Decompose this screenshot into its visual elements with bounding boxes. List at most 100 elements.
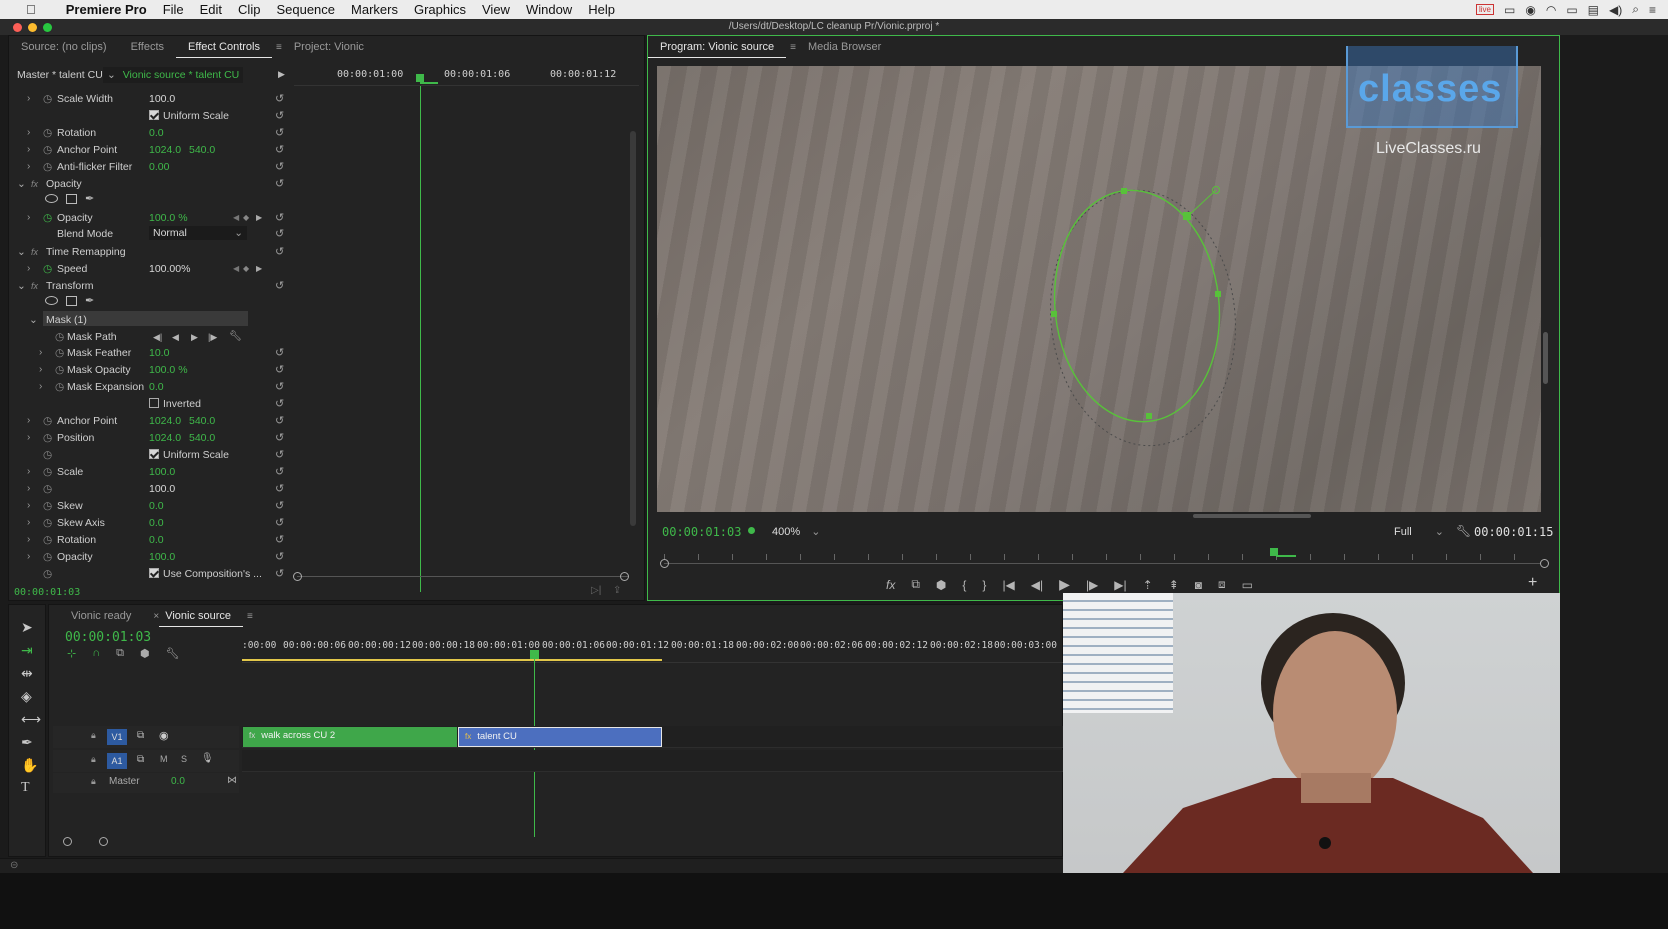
display-icon[interactable]: ▭ [1504,3,1515,17]
chevron-right-icon[interactable]: › [27,430,30,446]
ec-playhead-marker[interactable] [416,74,424,82]
stopwatch-icon[interactable]: ◷ [43,413,52,429]
zoom-handle-right[interactable] [620,572,629,581]
work-area-bar[interactable] [242,659,662,661]
track-select-tool-icon[interactable]: ⇥ [21,642,41,659]
next-keyframe-icon[interactable]: ▶ [256,210,262,226]
reset-icon[interactable]: ↺ [275,532,284,548]
fx-icon[interactable]: fx [31,176,38,192]
chevron-right-icon[interactable]: › [27,142,30,158]
next-keyframe-icon[interactable]: ▶ [256,261,262,277]
reset-icon[interactable]: ↺ [275,345,284,361]
stopwatch-icon[interactable]: ◷ [43,210,52,226]
solo-button[interactable]: S [181,754,187,764]
prop-value-2[interactable]: 540.0 [189,413,215,429]
prop-value[interactable]: 100.0 [149,549,175,565]
chevron-right-icon[interactable]: › [27,159,30,175]
sync-icon[interactable]: ◉ [1525,3,1535,17]
menu-markers[interactable]: Markers [343,2,406,17]
prop-value[interactable]: 1024.0 [149,413,181,429]
reset-icon[interactable]: ↺ [275,566,284,582]
add-button-icon[interactable]: + [1528,574,1537,592]
timeline-zoom-handle-left[interactable] [63,837,72,846]
chevron-right-icon[interactable]: › [27,498,30,514]
chevron-right-icon[interactable]: › [27,481,30,497]
snap-icon[interactable]: ∩ [92,647,100,660]
nest-icon[interactable]: ⊹ [67,647,76,660]
pen-tool-icon[interactable]: ✒ [21,734,41,751]
menu-edit[interactable]: Edit [192,2,230,17]
ellipse-mask-icon[interactable] [45,296,58,305]
chevron-right-icon[interactable]: › [27,549,30,565]
zoom-handle-left[interactable] [293,572,302,581]
lock-icon[interactable]: 🔒︎ [91,730,96,741]
reset-icon[interactable]: ↺ [275,464,284,480]
program-zoom-handle-left[interactable] [660,559,669,568]
ec-horizontal-scrollbar[interactable] [297,576,629,582]
wrench-icon[interactable]: 🔧︎ [1456,524,1471,538]
program-v-scrollbar[interactable] [1543,332,1548,384]
checkbox[interactable]: Use Composition's ... [149,566,262,582]
chevron-right-icon[interactable]: › [27,125,30,141]
tab-effect-controls[interactable]: Effect Controls [176,36,272,58]
mask-vertex-top[interactable] [1121,188,1127,194]
camera-icon[interactable]: ◙ [1195,578,1202,592]
tab-vionic-ready[interactable]: Vionic ready [59,605,143,627]
stopwatch-icon[interactable]: ◷ [43,464,52,480]
eye-icon[interactable]: ◉ [159,729,169,742]
menu-graphics[interactable]: Graphics [406,2,474,17]
selection-tool-icon[interactable]: ➤ [21,619,41,636]
prop-value[interactable]: 1024.0 [149,430,181,446]
ripple-edit-tool-icon[interactable]: ⇹ [21,665,41,682]
reset-icon[interactable]: ↺ [275,210,284,226]
program-h-scrollbar[interactable] [1193,514,1311,518]
stopwatch-icon[interactable]: ◷ [43,566,52,582]
timeline-timecode[interactable]: 00:00:01:03 [65,630,151,645]
mask-vertex-right[interactable] [1215,291,1221,297]
reset-icon[interactable]: ↺ [275,379,284,395]
lift-icon[interactable]: ⇡ [1143,578,1153,592]
rectangle-mask-icon[interactable] [66,193,77,204]
prop-value[interactable]: 0.00 [149,159,169,175]
add-marker-icon[interactable]: ⬢ [936,578,946,592]
apple-menu-icon[interactable]:  [18,2,44,17]
reset-icon[interactable]: ↺ [275,362,284,378]
prop-value[interactable]: 100.0 [149,481,175,497]
mask-label[interactable]: Mask (1) [46,312,87,328]
chevron-right-icon[interactable]: › [39,379,42,395]
stopwatch-icon[interactable]: ◷ [43,447,52,463]
status-icon[interactable]: ⊝ [10,860,18,871]
chevron-down-icon[interactable]: ⌄ [17,278,26,294]
track-back-frame-icon[interactable]: ◀ [172,329,179,345]
reset-icon[interactable]: ↺ [275,498,284,514]
clip-talent-cu[interactable]: fx talent CU [458,727,662,747]
prev-keyframe-icon[interactable]: ◀ [233,261,239,277]
stopwatch-icon[interactable]: ◷ [43,159,52,175]
prop-value-2[interactable]: 540.0 [189,430,215,446]
mask-vertex-left[interactable] [1051,311,1057,317]
zoom-select[interactable]: 400% ⌄ [772,525,820,538]
stopwatch-icon[interactable]: ◷ [55,362,64,378]
reset-icon[interactable]: ↺ [275,481,284,497]
timeline-zoom-handle-right[interactable] [99,837,108,846]
overlay-icon[interactable]: ⧉ [911,577,920,592]
quality-select[interactable]: Full ⌄ [1394,525,1444,538]
add-keyframe-icon[interactable]: ◆ [243,261,249,277]
vr-icon[interactable]: ▭ [1242,578,1253,592]
timeline-settings-icon[interactable]: 🔧︎ [166,647,180,660]
linked-selection-icon[interactable]: ⧉ [116,647,124,660]
stopwatch-icon[interactable]: ◷ [43,549,52,565]
extract-icon[interactable]: ⇞ [1169,578,1179,592]
sync-lock-icon[interactable]: ⧉ [137,754,144,765]
prop-value[interactable]: 0.0 [149,379,164,395]
add-marker-icon[interactable]: ⬢ [140,647,150,660]
reset-icon[interactable]: ↺ [275,396,284,412]
stopwatch-icon[interactable]: ◷ [43,261,52,277]
prop-value[interactable]: 0.0 [149,498,164,514]
hand-tool-icon[interactable]: ✋ [21,757,41,774]
track-target-v1[interactable]: V1 [107,729,127,745]
lock-icon[interactable]: 🔒︎ [91,754,96,765]
chevron-right-icon[interactable]: › [27,413,30,429]
play-only-icon[interactable]: ▶ [278,69,285,80]
reset-icon[interactable]: ↺ [275,159,284,175]
